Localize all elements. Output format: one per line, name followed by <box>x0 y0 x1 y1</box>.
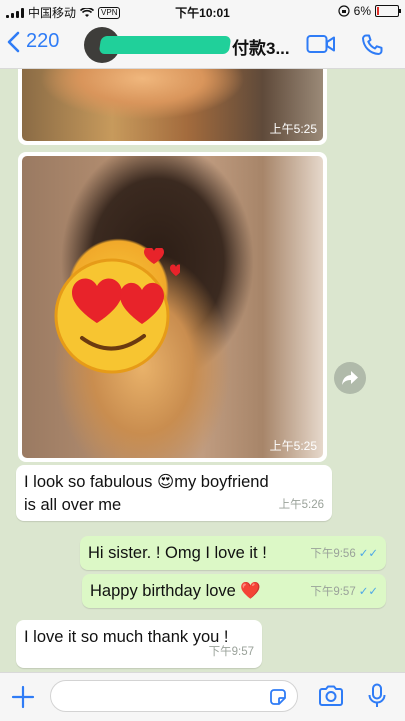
message-input[interactable] <box>50 680 298 712</box>
message-text: Hi sister. ! Omg I love it ! <box>88 544 267 562</box>
battery-percent: 6% <box>353 4 371 18</box>
photo-thumbnail: 上午5:25 <box>22 69 323 141</box>
incoming-message[interactable]: I love it so much thank you ! 下午9:57 <box>16 620 262 668</box>
back-button[interactable]: 220 <box>6 30 59 53</box>
message-text: Happy birthday love ❤️ <box>90 582 261 600</box>
plus-icon[interactable] <box>10 684 36 710</box>
incoming-message[interactable]: I look so fabulous 😍my boyfriend is all … <box>16 465 332 521</box>
orientation-lock-icon <box>338 5 350 17</box>
chat-header: 220 付款3... <box>0 22 405 69</box>
read-ticks-icon: ✓✓ <box>358 586 378 598</box>
composer-bar <box>0 672 405 721</box>
photo-timestamp: 上午5:25 <box>269 122 317 136</box>
message-time: 上午5:26 <box>278 499 324 511</box>
message-meta: 下午9:57 ✓✓ <box>310 581 378 604</box>
photo-thumbnail: 上午5:25 <box>22 156 323 458</box>
sticker-icon[interactable] <box>268 687 288 707</box>
battery-icon <box>375 5 401 17</box>
video-call-icon[interactable] <box>306 33 336 55</box>
camera-icon[interactable] <box>318 685 344 707</box>
outgoing-message[interactable]: Happy birthday love ❤️ 下午9:57 ✓✓ <box>82 574 386 608</box>
photo-message[interactable]: 上午5:25 <box>18 152 327 462</box>
forward-arrow-icon <box>342 371 358 385</box>
phone-icon[interactable] <box>360 33 384 57</box>
chevron-left-icon <box>7 31 20 52</box>
back-unread-count: 220 <box>26 30 60 52</box>
message-meta: 上午5:26 <box>279 494 324 517</box>
outgoing-message[interactable]: Hi sister. ! Omg I love it ! 下午9:56 ✓✓ <box>80 536 386 570</box>
message-meta: 下午9:56 ✓✓ <box>310 543 378 566</box>
microphone-icon[interactable] <box>367 683 387 709</box>
message-text: I love it so much thank you ! <box>24 628 229 646</box>
photo-message[interactable]: 上午5:25 <box>18 69 327 145</box>
status-bar: 中国移动 VPN 下午10:01 6% <box>0 0 405 22</box>
message-text-line: I look so fabulous 😍my boyfriend <box>24 473 269 491</box>
message-time: 下午9:56 <box>310 548 356 560</box>
message-time: 下午9:57 <box>310 586 356 598</box>
message-meta: 下午9:57 <box>209 641 254 664</box>
photo-timestamp: 上午5:25 <box>269 439 317 453</box>
message-list[interactable]: 上午5:25 上午5:25 I look so fabulous 😍my boy… <box>0 69 405 672</box>
redacted-name-overlay <box>98 36 232 54</box>
message-time: 下午9:57 <box>208 646 254 658</box>
chat-title[interactable]: 付款3... <box>232 34 290 59</box>
status-right: 6% <box>338 4 401 18</box>
heart-eyes-emoji-overlay <box>54 248 180 374</box>
forward-button[interactable] <box>334 362 366 394</box>
read-ticks-icon: ✓✓ <box>358 548 378 560</box>
